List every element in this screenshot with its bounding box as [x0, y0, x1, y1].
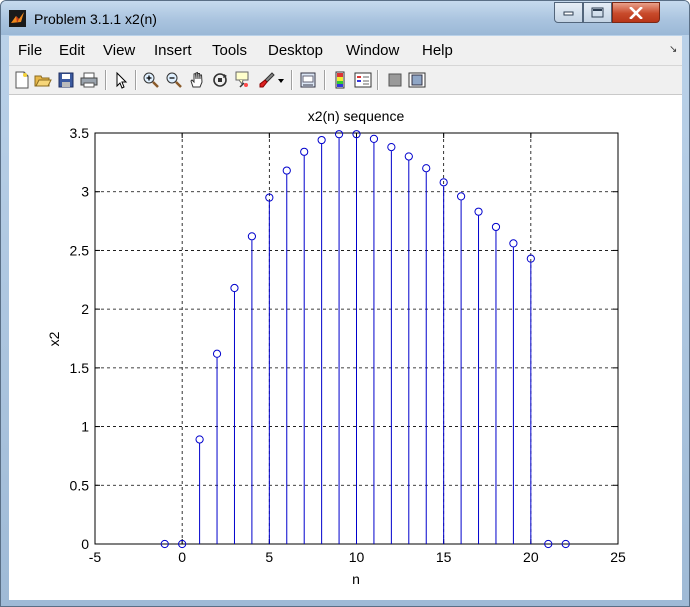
maximize-icon: [591, 7, 604, 18]
y-tick-label: 2: [81, 301, 89, 317]
matlab-figure-icon: [9, 10, 26, 27]
open-file-icon[interactable]: [34, 71, 52, 89]
toolbar-separator: [105, 70, 107, 90]
stem-marker: [422, 164, 431, 173]
close-button[interactable]: [612, 2, 660, 23]
toolbar-separator: [291, 70, 293, 90]
stem-marker: [230, 283, 239, 293]
stem-marker: [509, 239, 518, 248]
brush-dropdown-icon[interactable]: [277, 71, 285, 89]
insert-legend-icon[interactable]: [354, 71, 372, 89]
x-tick-label: 20: [523, 549, 539, 565]
show-plot-tools-icon[interactable]: [408, 71, 426, 89]
pan-hand-icon[interactable]: [188, 71, 206, 89]
stem-marker: [334, 130, 344, 139]
stem-marker: [212, 349, 222, 358]
hide-plot-tools-icon[interactable]: [386, 71, 404, 89]
menu-insert[interactable]: Insert: [154, 42, 192, 59]
stem-marker: [404, 152, 413, 161]
x-tick-label: -5: [89, 549, 102, 565]
stem-marker: [282, 166, 291, 175]
menu-desktop[interactable]: Desktop: [268, 42, 323, 59]
stem-marker: [195, 435, 204, 444]
y-tick-label: 3: [81, 184, 89, 200]
toolbar-separator: [135, 70, 137, 90]
y-tick-label: 1.5: [70, 360, 90, 376]
stem-marker: [317, 135, 326, 145]
save-icon[interactable]: [57, 71, 75, 89]
edit-plot-arrow-icon[interactable]: [112, 71, 130, 89]
close-icon: [629, 6, 643, 19]
minimize-icon: [563, 11, 573, 15]
y-tick-label: 0: [81, 536, 89, 552]
toolbar-separator: [324, 70, 326, 90]
title-bar[interactable]: Problem 3.1.1 x2(n): [1, 1, 689, 35]
stem-marker: [387, 142, 396, 152]
minimize-button[interactable]: [554, 2, 583, 23]
menu-bar: File Edit View Insert Tools Desktop Wind…: [9, 36, 682, 66]
new-figure-icon[interactable]: [13, 71, 31, 89]
menu-help[interactable]: Help: [422, 42, 453, 59]
data-cursor-icon[interactable]: [234, 71, 252, 89]
x-tick-label: 0: [178, 549, 186, 565]
window-title: Problem 3.1.1 x2(n): [34, 11, 157, 27]
menu-file[interactable]: File: [18, 42, 42, 59]
y-tick-label: 1: [81, 419, 89, 435]
zoom-in-icon[interactable]: [142, 71, 160, 89]
x-axis-label: n: [352, 571, 360, 587]
rotate-3d-icon[interactable]: [211, 71, 229, 89]
y-axis-label: x2: [46, 331, 62, 346]
menu-edit[interactable]: Edit: [59, 42, 85, 59]
menu-window[interactable]: Window: [346, 42, 399, 59]
x-tick-label: 10: [349, 549, 365, 565]
plot-title: x2(n) sequence: [308, 108, 405, 124]
stem-marker: [474, 207, 483, 216]
stem-marker: [300, 147, 309, 156]
y-tick-label: 3.5: [70, 125, 90, 141]
maximize-button[interactable]: [583, 2, 612, 23]
stem-marker: [457, 192, 466, 201]
link-plot-icon[interactable]: [299, 71, 317, 89]
insert-colorbar-icon[interactable]: [331, 71, 349, 89]
print-icon[interactable]: [80, 71, 98, 89]
stem-marker: [491, 222, 501, 232]
x-tick-label: 15: [436, 549, 452, 565]
stem-plot: x2(n) sequence -5 0 5 10 15 20 2500.511.522.53…: [46, 108, 626, 587]
menu-view[interactable]: View: [103, 42, 135, 59]
x-tick-label: 5: [265, 549, 273, 565]
menu-tools[interactable]: Tools: [212, 42, 247, 59]
zoom-out-icon[interactable]: [165, 71, 183, 89]
dock-arrow-icon[interactable]: ↘: [669, 44, 677, 55]
figure-window: Problem 3.1.1 x2(n) File Edit View Inser…: [0, 0, 690, 607]
figure-canvas: x2(n) sequence -5 0 5 10 15 20 25 0 0.5 1 1.5 2 2.5 3…: [9, 95, 682, 600]
brush-icon[interactable]: [258, 71, 276, 89]
stem-marker: [369, 134, 379, 143]
stem-marker: [247, 232, 256, 241]
x-tick-label: 25: [610, 549, 626, 565]
y-tick-label: 0.5: [70, 477, 90, 493]
y-tick-label: 2.5: [70, 242, 90, 258]
toolbar-separator: [377, 70, 379, 90]
figure-toolbar: [9, 66, 682, 95]
